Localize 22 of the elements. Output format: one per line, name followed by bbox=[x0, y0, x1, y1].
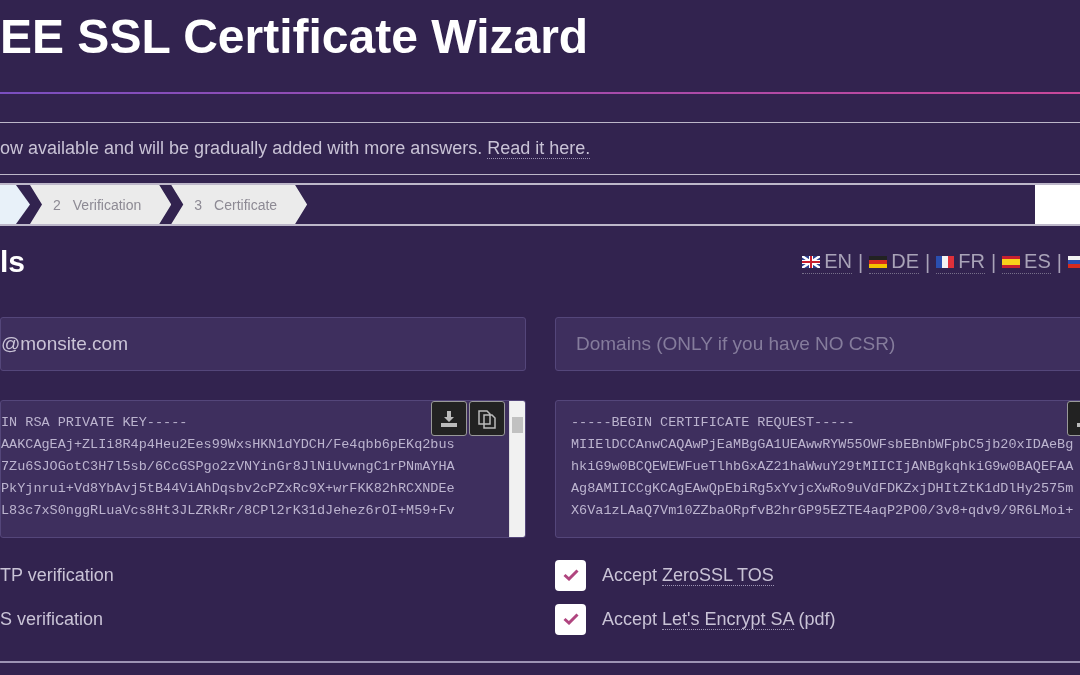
option-label: TP verification bbox=[0, 564, 114, 586]
private-key-field[interactable]: IN RSA PRIVATE KEY----- AAKCAgEAj+ZLIi8R4p4Heu2Ees99WxsHKN1dYDCH/Fe4qbb6pEKq2bus 7Zu6SJOGotC3H7l5sb/6CcGSPgo2zVNYinGr8JlNiUvwngC1rPNmAYHA PkYjnrui+Vd8YbAvj5tB44ViAhDqsbv2cPZxRc9X+wrFKK82hRCXNDEe L83c7xS0nggRLuaVcs8Ht3JLZRkRr/8CPl2rK31dJehez6rOI+M59+Fv bbox=[0, 400, 526, 538]
notice-text: ow available and will be gradually added with more answers. Read it here. bbox=[0, 138, 591, 159]
agreement-label: Accept ZeroSSL TOS bbox=[602, 564, 774, 586]
separator: | bbox=[858, 250, 864, 274]
separator: | bbox=[925, 250, 931, 274]
agreement-label: Accept Let's Encrypt SA (pdf) bbox=[602, 608, 836, 630]
language-link[interactable]: DE bbox=[869, 250, 920, 274]
option-label: S verification bbox=[0, 608, 104, 630]
terms-link[interactable]: ZeroSSL TOS bbox=[662, 564, 774, 586]
separator: | bbox=[990, 250, 997, 274]
page-title: EE SSL Certificate Wizard bbox=[0, 9, 590, 65]
terms-link[interactable]: Let's Encrypt SA bbox=[662, 608, 794, 630]
domains-field[interactable]: Domains (ONLY if you have NO CSR) bbox=[555, 317, 1080, 371]
email-field[interactable]: @monsite.com bbox=[0, 317, 526, 371]
csr-field[interactable]: -----BEGIN CERTIFICATE REQUEST----- MIIElDCCAnwCAQAwPjEaMBgGA1UEAwwRYW55OWFsbEBnbWFpbC5jb20xIDAeBg hkiG9w0BCQEWEWFueTlhbGxAZ21haWwuY29tMIICIjANBgkqhkiG9w0BAQEFAA Ag8AMIICCgKCAgEAwQpEbiRg5xYvjcXwRo9uVdFDKZxjDHItZtK1dDlHy2575m X6Va1zLAaQ7Vm10ZZbaORpfvB2hrGP95EZTE4aqP2PO0/3v8+qdv9/9R6LMoi+ bbox=[555, 400, 1080, 538]
read-more-link[interactable]: Read it here. bbox=[487, 138, 591, 159]
language-link[interactable]: FR bbox=[936, 250, 985, 274]
language-link[interactable]: ES bbox=[1002, 250, 1051, 274]
separator: | bbox=[1056, 250, 1062, 274]
language-link[interactable]: EN bbox=[802, 250, 853, 274]
section-title: ls bbox=[0, 245, 26, 279]
